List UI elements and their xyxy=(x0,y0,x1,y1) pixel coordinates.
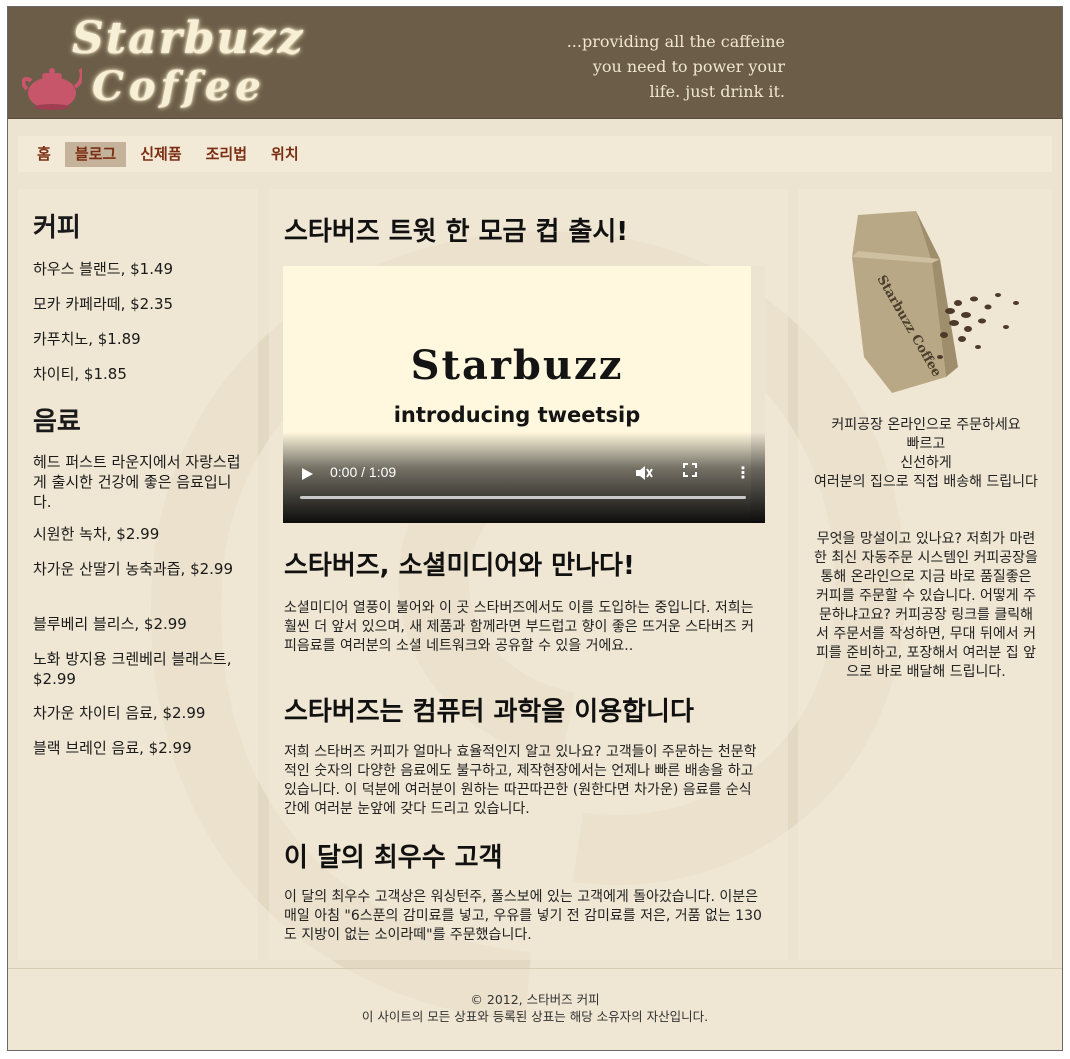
video-controls: 0:00 / 1:09 ⋮ xyxy=(283,432,765,523)
play-icon[interactable] xyxy=(302,468,313,480)
nav-item-location[interactable]: 위치 xyxy=(261,142,309,167)
nav-item-blog[interactable]: 블로그 xyxy=(64,142,127,167)
promo-line: 빠르고 xyxy=(906,436,946,452)
tagline-line: you need to power your xyxy=(592,57,785,76)
post-title: 스타버즈, 소셜미디어와 만나다! xyxy=(284,551,635,581)
coffee-item: 모카 카페라떼, $2.35 xyxy=(33,295,174,313)
drinks-heading: 음료 xyxy=(33,407,81,437)
video-subtitle: introducing tweetsip xyxy=(393,403,641,427)
coffee-item: 카푸치노, $1.89 xyxy=(33,330,141,348)
fullscreen-icon[interactable] xyxy=(683,463,697,477)
drink-item: 블루베리 블리스, $2.99 xyxy=(33,615,187,633)
post-body: 소셜미디어 열풍이 불어와 이 곳 스타버즈에서도 이를 도입하는 중입니다. … xyxy=(284,600,755,654)
main-nav: 홈 블로그 신제품 조리법 위치 xyxy=(18,136,1052,172)
video-time: 0:00 / 1:09 xyxy=(330,464,397,480)
promo-text: 커피공장 온라인으로 주문하세요 빠르고 신선하게 여러분의 집으로 직접 배송… xyxy=(813,416,1039,492)
coffee-item: 하우스 블랜드, $1.49 xyxy=(33,260,174,278)
video-title: Starbuzz xyxy=(410,342,624,389)
post-body: 저희 스타버즈 커피가 얼마나 효율적인지 알고 있나요? 고객들이 주문하는 … xyxy=(284,744,757,817)
drink-item: 블랙 브레인 음료, $2.99 xyxy=(33,739,192,757)
drink-item: 노화 방지용 크렌베리 블래스트, $2.99 xyxy=(33,650,232,688)
main-content: 스타버즈 트윗 한 모금 컵 출시! Starbuzz introducing … xyxy=(269,189,788,960)
coffee-bag-image: Starbuzz Coffee xyxy=(852,211,1019,393)
nav-item-new-products[interactable]: 신제품 xyxy=(130,142,191,167)
nav-list: 홈 블로그 신제품 조리법 위치 xyxy=(37,142,313,167)
tagline-line: ...providing all the caffeine xyxy=(566,32,785,51)
logo-text-coffee: Coffee xyxy=(92,63,266,110)
post-title: 이 달의 최우수 고객 xyxy=(284,843,503,873)
coffee-item: 차이티, $1.85 xyxy=(33,365,127,383)
promo-line: 여러분의 집으로 직접 배송해 드립니다 xyxy=(814,474,1038,490)
site-header: Starbuzz Coffee ...providing all the caf… xyxy=(8,7,1062,119)
trademark-notice: 이 사이트의 모든 상표와 등록된 상표는 해당 소유자의 자산입니다. xyxy=(361,1009,709,1024)
promo-description: 무엇을 망설이고 있나요? 저희가 마련한 최신 자동주문 시스템인 커피공장을… xyxy=(814,531,1038,680)
video-player[interactable]: Starbuzz introducing tweetsip 0:00 / 1:0… xyxy=(283,266,765,523)
tagline: ...providing all the caffeine you need t… xyxy=(455,29,785,104)
coffee-heading: 커피 xyxy=(33,213,81,243)
post-body: 이 달의 최우수 고객상은 워싱턴주, 폴스보에 있는 고객에게 돌아갔습니다.… xyxy=(284,889,762,943)
page: Starbuzz Coffee ...providing all the caf… xyxy=(7,6,1063,1051)
tagline-line: life. just drink it. xyxy=(649,82,785,101)
mute-icon[interactable] xyxy=(635,465,653,481)
logo-text-starbuzz: Starbuzz xyxy=(72,13,305,64)
teapot-icon xyxy=(22,67,82,110)
starbuzz-logo[interactable]: Starbuzz Coffee xyxy=(22,11,303,115)
promo-line: 신선하게 xyxy=(900,455,952,471)
nav-item-recipes[interactable]: 조리법 xyxy=(196,142,257,167)
sidebar: 커피 하우스 블랜드, $1.49 모카 카페라떼, $2.35 카푸치노, $… xyxy=(18,189,258,960)
video-progress-bar[interactable] xyxy=(300,496,746,499)
post-title: 스타버즈 트윗 한 모금 컵 출시! xyxy=(284,217,629,247)
site-footer: © 2012, 스타버즈 커피 이 사이트의 모든 상표와 등록된 상표는 해당… xyxy=(8,968,1062,1050)
promo-line: 커피공장 온라인으로 주문하세요 xyxy=(831,417,1021,433)
drink-item: 차가운 산딸기 농축과즙, $2.99 xyxy=(33,560,234,578)
aside-promo: Starbuzz Coffee 커피공장 온라인으로 주문하세요 빠르고 신선하… xyxy=(798,189,1052,960)
drink-item: 차가운 차이티 음료, $2.99 xyxy=(33,704,206,722)
nav-item-home[interactable]: 홈 xyxy=(37,142,61,167)
drinks-intro: 헤드 퍼스트 라운지에서 자랑스럽게 출시한 건강에 좋은 음료입니다. xyxy=(33,453,241,511)
post-title: 스타버즈는 컴퓨터 과학을 이용합니다 xyxy=(284,697,694,727)
drink-item: 시원한 녹차, $2.99 xyxy=(33,525,160,543)
more-options-icon[interactable]: ⋮ xyxy=(735,463,751,482)
